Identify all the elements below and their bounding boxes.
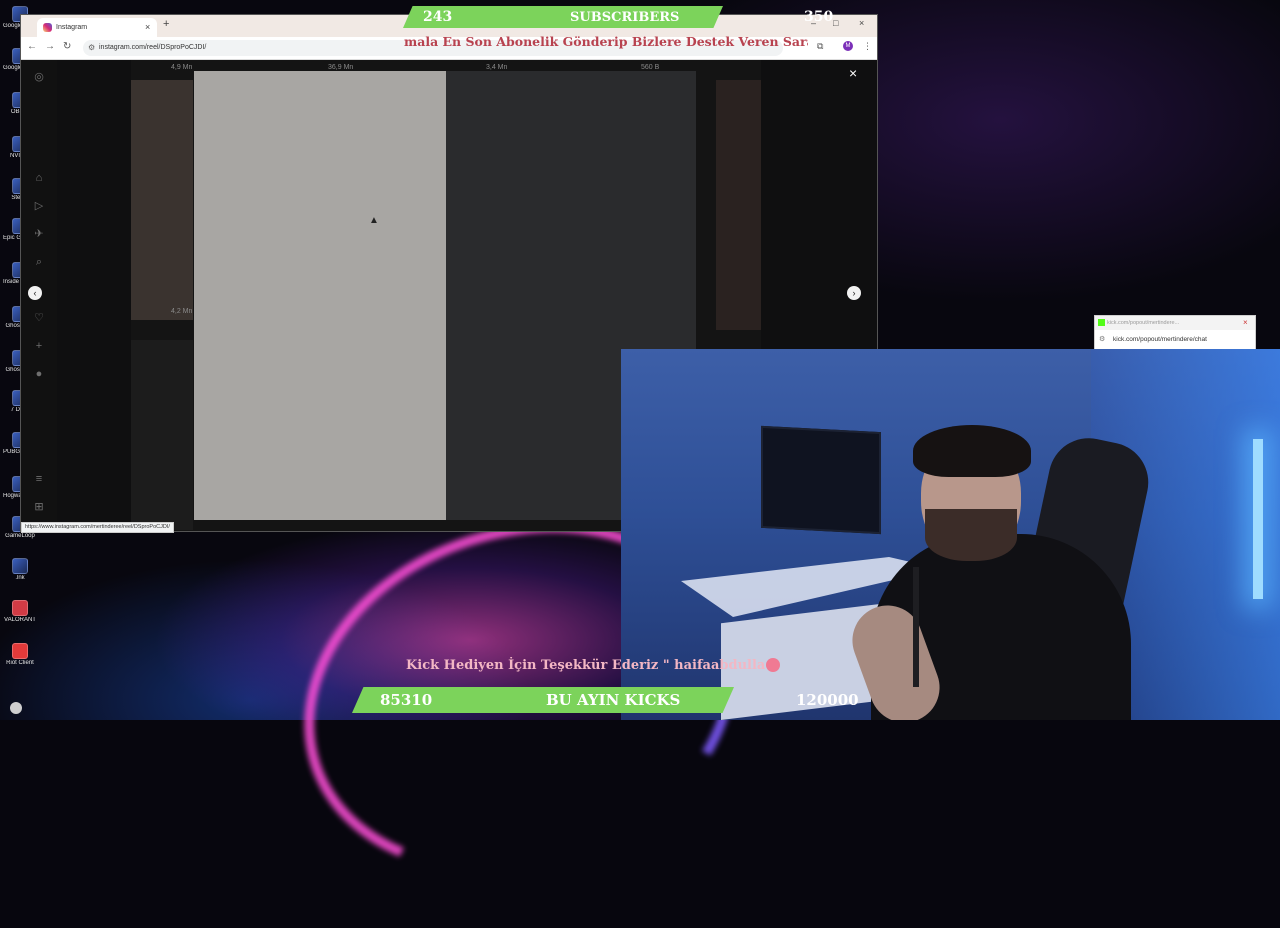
top-ticker: mala En Son Abonelik Gönderip Bizlere De…: [404, 33, 808, 51]
valorant-icon: [12, 600, 28, 616]
chat-popout-titlebar: kick.com/popout/mertindere... ×: [1095, 316, 1255, 330]
riot-icon: [12, 643, 28, 659]
shortcut-icon: [12, 558, 28, 574]
forward-button[interactable]: →: [45, 41, 55, 52]
next-reel-button[interactable]: ›: [847, 286, 861, 300]
back-button[interactable]: ←: [27, 41, 37, 52]
tab-close-icon[interactable]: ×: [145, 18, 150, 37]
view-count: 3,4 Mn: [486, 64, 508, 71]
also-from-meta-icon[interactable]: ⊞: [32, 500, 46, 514]
thumbnail-right[interactable]: [716, 80, 761, 330]
instagram-favicon-icon: [43, 23, 52, 32]
view-count: 560 B: [641, 64, 660, 71]
chat-popout-url: kick.com/popout/mertindere/chat: [1113, 336, 1207, 343]
browser-menu-icon[interactable]: ⋮: [863, 41, 872, 52]
search-icon[interactable]: ⌕: [32, 255, 46, 269]
kick-favicon-icon: [1098, 319, 1105, 326]
webcam-tv: [761, 425, 881, 535]
mouse-cursor-icon: ▲: [369, 215, 379, 226]
link-status-bar: https://www.instagram.com/mertinderee/re…: [21, 522, 174, 533]
desktop-icon-valorant[interactable]: VALORANT: [3, 600, 37, 624]
home-icon[interactable]: ⌂: [32, 171, 46, 185]
desktop-icon-shortcut[interactable]: .lnk: [3, 558, 37, 582]
chat-popout-window: kick.com/popout/mertindere... × ⚙ kick.c…: [1094, 315, 1256, 350]
thumbnail-woman[interactable]: [131, 80, 193, 320]
maximize-button[interactable]: □: [833, 18, 838, 28]
profile-avatar-icon[interactable]: M: [843, 41, 853, 51]
webcam-hookah-hose: [913, 567, 919, 687]
profile-icon[interactable]: ●: [32, 367, 46, 381]
subscribers-goal: 350: [804, 9, 834, 25]
webcam-lamp: [1253, 439, 1263, 599]
chat-popout-title: kick.com/popout/mertindere...: [1107, 320, 1180, 326]
instagram-logo-icon[interactable]: ◎: [32, 70, 46, 84]
view-count: 4,2 Mn: [171, 308, 193, 315]
window-close-button[interactable]: ×: [859, 18, 864, 28]
site-info-icon[interactable]: ⚙: [1099, 333, 1105, 347]
start-orb-icon[interactable]: [10, 702, 22, 714]
tab-title: Instagram: [56, 24, 88, 31]
tab-instagram[interactable]: Instagram ×: [37, 18, 157, 37]
kicks-goal: 120000: [796, 691, 859, 709]
bottom-ticker: Kick Hediyen İçin Teşekkür Ederiz " haif…: [406, 657, 774, 677]
view-count: 36,9 Mn: [328, 64, 354, 71]
subscribers-current: 243: [423, 9, 453, 25]
reel-video-player[interactable]: ▲: [194, 71, 446, 520]
notifications-icon[interactable]: ♡: [32, 311, 46, 325]
bottom-ticker-text: Kick Hediyen İçin Teşekkür Ederiz " haif…: [406, 658, 774, 673]
webcam-streamer-beard: [925, 509, 1017, 561]
url-text: instagram.com/reel/DSproPoCJDI/: [99, 44, 207, 51]
kicks-label: BU AYIN KICKS: [546, 691, 681, 709]
subscribers-label: SUBSCRIBERS: [570, 10, 680, 25]
desktop-icon-riot-client[interactable]: Riot Client: [3, 643, 37, 667]
top-ticker-text: mala En Son Abonelik Gönderip Bizlere De…: [404, 34, 808, 49]
thumbnail-bottom-left[interactable]: [131, 340, 193, 530]
kicks-current: 85310: [380, 691, 433, 709]
create-icon[interactable]: +: [32, 339, 46, 353]
reels-icon[interactable]: ▷: [32, 199, 46, 213]
new-tab-button[interactable]: +: [163, 18, 169, 30]
close-modal-button[interactable]: ×: [849, 65, 857, 81]
view-count: 4,9 Mn: [171, 64, 193, 71]
more-menu-icon[interactable]: ≡: [32, 472, 46, 486]
chat-popout-urlbar: ⚙ kick.com/popout/mertindere/chat: [1095, 333, 1255, 347]
messages-icon[interactable]: ✈: [32, 227, 46, 241]
reload-button[interactable]: ↻: [63, 41, 71, 52]
extensions-icon[interactable]: ⧉: [817, 41, 823, 52]
kiss-emoji-icon: [766, 658, 780, 672]
chat-popout-close-icon[interactable]: ×: [1243, 316, 1248, 330]
webcam-streamer-hair: [913, 425, 1031, 477]
site-info-icon[interactable]: ⚙: [88, 40, 95, 56]
previous-reel-button[interactable]: ‹: [28, 286, 42, 300]
